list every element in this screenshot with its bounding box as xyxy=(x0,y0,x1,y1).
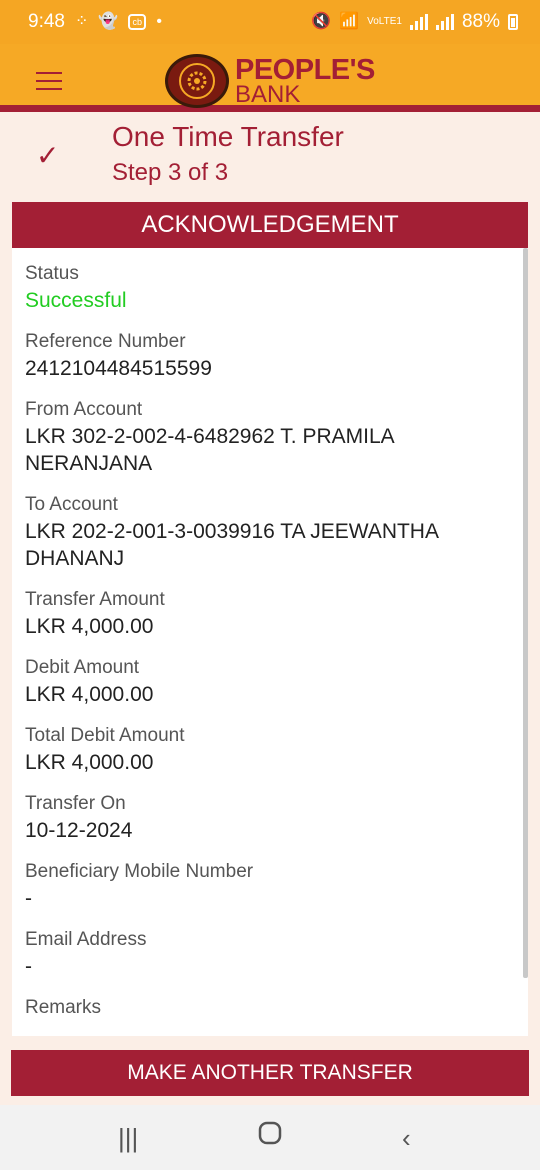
field-value: LKR 4,000.00 xyxy=(25,615,154,638)
field-total-debit-amount: Total Debit Amount LKR 4,000.00 xyxy=(25,722,515,776)
field-value: - xyxy=(25,887,32,910)
field-label: Status xyxy=(25,263,79,284)
field-label: Reference Number xyxy=(25,331,186,352)
apps-grid-icon: ⁘ xyxy=(74,13,89,30)
hamburger-icon[interactable] xyxy=(36,72,62,90)
field-value: LKR 202-2-001-3-0039916 TA JEEWANTHA DHA… xyxy=(25,520,438,570)
field-value: 10-12-2024 xyxy=(25,819,133,842)
wifi-icon: 📶 xyxy=(339,13,360,30)
recent-apps-icon[interactable]: ||| xyxy=(118,1123,138,1154)
volte-icon: VoLTE1 xyxy=(367,16,402,27)
status-time: 9:48 xyxy=(28,11,65,32)
back-icon[interactable]: ‹ xyxy=(402,1123,411,1154)
system-nav-bar: ||| ‹ xyxy=(0,1105,540,1170)
check-icon: ✓ xyxy=(36,140,60,171)
field-value: 2412104484515599 xyxy=(25,357,212,380)
field-value: LKR 4,000.00 xyxy=(25,751,154,774)
mute-icon: 🔇 xyxy=(311,13,332,30)
field-from-account: From Account LKR 302-2-002-4-6482962 T. … xyxy=(25,396,515,477)
field-value: LKR 302-2-002-4-6482962 T. PRAMILA NERAN… xyxy=(25,425,394,475)
field-remarks: Remarks xyxy=(25,994,515,1021)
field-transfer-amount: Transfer Amount LKR 4,000.00 xyxy=(25,586,515,640)
step-subtitle: Step 3 of 3 xyxy=(112,159,229,186)
scrollbar[interactable] xyxy=(523,248,528,978)
status-value: Successful xyxy=(25,289,127,312)
field-reference-number: Reference Number 2412104484515599 xyxy=(25,328,515,382)
field-label: Beneficiary Mobile Number xyxy=(25,861,254,882)
acknowledgement-card: ACKNOWLEDGEMENT Status Successful Refere… xyxy=(12,202,528,1036)
battery-icon xyxy=(508,14,518,30)
field-label: Transfer Amount xyxy=(25,589,165,610)
field-status: Status Successful xyxy=(25,260,515,314)
dot-icon: • xyxy=(156,13,162,30)
bank-seal-icon xyxy=(165,54,229,108)
field-label: Debit Amount xyxy=(25,657,140,678)
battery-percent: 88% xyxy=(461,11,500,32)
app-header: PEOPLE'S BANK xyxy=(0,44,540,112)
field-label: Transfer On xyxy=(25,793,126,814)
make-another-transfer-button[interactable]: MAKE ANOTHER TRANSFER xyxy=(11,1050,529,1096)
home-icon[interactable] xyxy=(258,1121,282,1152)
snapchat-icon: 👻 xyxy=(98,13,119,30)
card-body[interactable]: Status Successful Reference Number 24121… xyxy=(12,248,528,1036)
status-bar: 9:48 ⁘ 👻 cb • 🔇 📶 VoLTE1 88% xyxy=(0,0,540,44)
field-label: Remarks xyxy=(25,997,102,1018)
field-debit-amount: Debit Amount LKR 4,000.00 xyxy=(25,654,515,708)
field-beneficiary-mobile: Beneficiary Mobile Number - xyxy=(25,858,515,912)
step-title: One Time Transfer xyxy=(112,121,344,152)
field-transfer-on: Transfer On 10-12-2024 xyxy=(25,790,515,844)
field-value: LKR 4,000.00 xyxy=(25,683,154,706)
brand-logo: PEOPLE'S BANK xyxy=(165,54,375,108)
field-value: - xyxy=(25,955,32,978)
signal-icon xyxy=(409,14,428,30)
brand-subname: BANK xyxy=(235,80,301,108)
field-label: To Account xyxy=(25,494,118,515)
notification-app-icon: cb xyxy=(128,14,147,30)
field-label: From Account xyxy=(25,399,143,420)
step-indicator: ✓ One Time Transfer Step 3 of 3 xyxy=(0,119,540,189)
card-heading: ACKNOWLEDGEMENT xyxy=(12,202,528,248)
signal-2-icon xyxy=(435,14,454,30)
field-email-address: Email Address - xyxy=(25,926,515,980)
field-label: Total Debit Amount xyxy=(25,725,185,746)
field-to-account: To Account LKR 202-2-001-3-0039916 TA JE… xyxy=(25,491,515,572)
field-label: Email Address xyxy=(25,929,147,950)
